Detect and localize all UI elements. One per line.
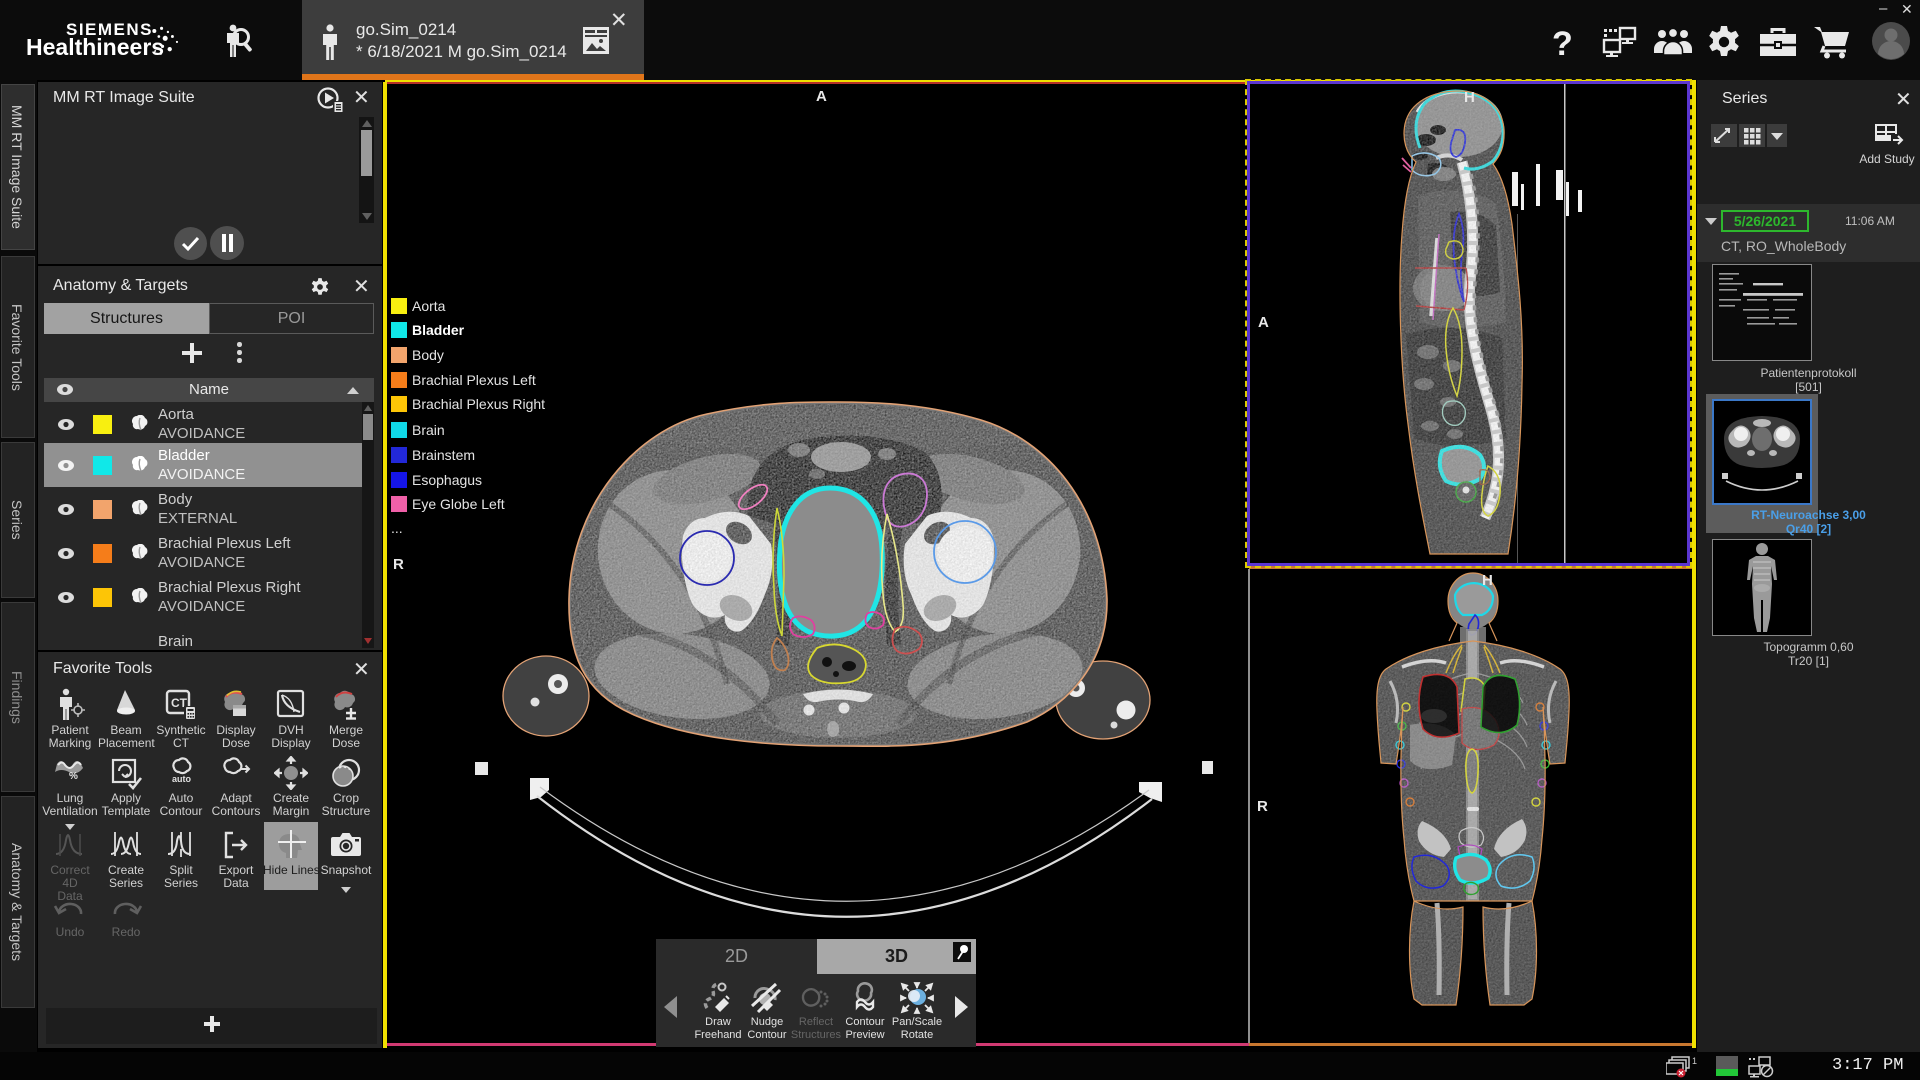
svg-text:Brain: Brain	[412, 422, 445, 438]
svg-text:Esophagus: Esophagus	[412, 472, 482, 488]
svg-text:Brachial Plexus Left: Brachial Plexus Left	[412, 372, 536, 388]
svg-text:R: R	[393, 556, 404, 573]
svg-text:Brainstem: Brainstem	[412, 447, 475, 463]
svg-text:A: A	[816, 88, 827, 105]
svg-text:Aorta: Aorta	[412, 298, 446, 314]
svg-text:R: R	[1257, 798, 1268, 815]
svg-text:1: 1	[1692, 1056, 1697, 1066]
svg-text:H: H	[1482, 572, 1493, 589]
svg-text:Eye Globe Left: Eye Globe Left	[412, 496, 505, 512]
svg-text:Bladder: Bladder	[412, 322, 465, 338]
svg-text:...: ...	[391, 520, 403, 536]
svg-text:%: %	[69, 771, 78, 782]
svg-text:H: H	[1464, 89, 1475, 106]
svg-text:Body: Body	[412, 347, 444, 363]
svg-text:auto: auto	[172, 774, 192, 784]
svg-text:A: A	[1258, 314, 1269, 331]
svg-text:Brachial Plexus Right: Brachial Plexus Right	[412, 396, 545, 412]
